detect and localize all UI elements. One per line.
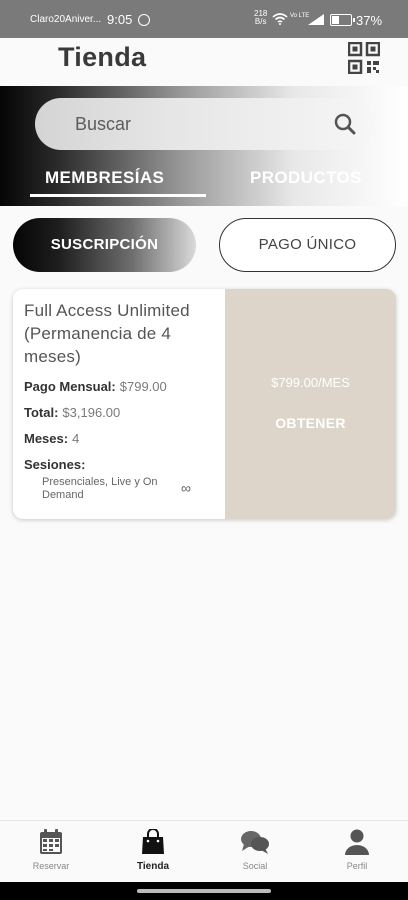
user-icon [345, 829, 369, 855]
total-row: Total: $3,196.00 [24, 405, 224, 420]
subscription-toggle[interactable]: SUSCRIPCIÓN [13, 218, 196, 272]
membership-name: Full Access Unlimited (Permanencia de 4 … [24, 301, 190, 366]
sessions-value: Presenciales, Live y On Demand [42, 476, 158, 501]
monthly-payment-row: Pago Mensual: $799.00 [24, 379, 224, 394]
store-hero: MEMBRESÍAS PRODUCTOS [0, 86, 408, 206]
monthly-payment-value: $799.00 [119, 379, 167, 394]
nav-item-tienda[interactable]: Tienda [123, 829, 183, 872]
battery-percentage: 37% [356, 13, 383, 28]
nav-label-tienda: Tienda [136, 861, 170, 872]
nav-label-perfil: Perfil [346, 861, 368, 871]
membership-card[interactable]: Full Access Unlimited (Permanencia de 4 … [13, 289, 396, 519]
get-membership-button[interactable]: OBTENER [225, 415, 396, 431]
sessions-row: Sesiones: [24, 457, 224, 472]
total-label: Total: [24, 405, 59, 420]
battery-level [332, 16, 340, 24]
system-navigation-bar [0, 882, 408, 900]
monthly-payment-label: Pago Mensual: [24, 379, 116, 394]
search-input[interactable] [75, 112, 315, 136]
one-time-payment-toggle[interactable]: PAGO ÚNICO [219, 218, 396, 272]
nav-item-perfil[interactable]: Perfil [327, 829, 387, 871]
app-header: Tienda [0, 38, 408, 86]
bottom-navigation: Reservar Tienda Social Perfil [0, 820, 408, 882]
monthly-price: $799.00/MES [271, 375, 350, 390]
wifi-icon [272, 13, 288, 25]
chat-bubbles-icon [241, 831, 269, 854]
globe-icon [138, 14, 150, 26]
total-value: $3,196.00 [62, 405, 121, 420]
carrier-name: Claro20Aniver... [30, 14, 102, 25]
battery-icon [330, 14, 355, 26]
home-gesture-bar[interactable] [137, 889, 271, 893]
months-row: Meses: 4 [24, 431, 224, 446]
qr-code-icon[interactable] [348, 42, 380, 74]
signal-icon [308, 14, 324, 25]
months-label: Meses: [24, 431, 69, 446]
calendar-icon [40, 829, 62, 854]
shopping-bag-icon [142, 829, 164, 854]
sessions-count: ∞ [181, 480, 191, 496]
sessions-label: Sesiones: [24, 457, 86, 472]
months-value: 4 [72, 431, 80, 446]
nav-item-social[interactable]: Social [225, 829, 285, 871]
nav-label-reservar: Reservar [32, 861, 70, 871]
search-bar[interactable] [35, 98, 373, 150]
nav-item-reservar[interactable]: Reservar [21, 829, 81, 871]
network-speed: 218 B/s [254, 10, 267, 26]
active-tab-indicator [30, 194, 206, 197]
clock: 9:05 [107, 12, 133, 27]
tab-membresias[interactable]: MEMBRESÍAS [45, 168, 164, 188]
volte-indicator: Vo LTE [290, 13, 310, 19]
nav-label-social: Social [242, 861, 268, 871]
network-speed-unit: B/s [254, 17, 267, 26]
status-bar: Claro20Aniver... 9:05 218 B/s Vo LTE 37% [0, 0, 408, 38]
tab-productos[interactable]: PRODUCTOS [250, 168, 362, 188]
category-tabs: MEMBRESÍAS PRODUCTOS [0, 164, 408, 204]
search-icon[interactable] [333, 112, 357, 136]
membership-cta-panel[interactable]: $799.00/MES OBTENER [225, 289, 396, 519]
page-title: Tienda [58, 42, 147, 72]
membership-details: Full Access Unlimited (Permanencia de 4 … [24, 299, 224, 472]
